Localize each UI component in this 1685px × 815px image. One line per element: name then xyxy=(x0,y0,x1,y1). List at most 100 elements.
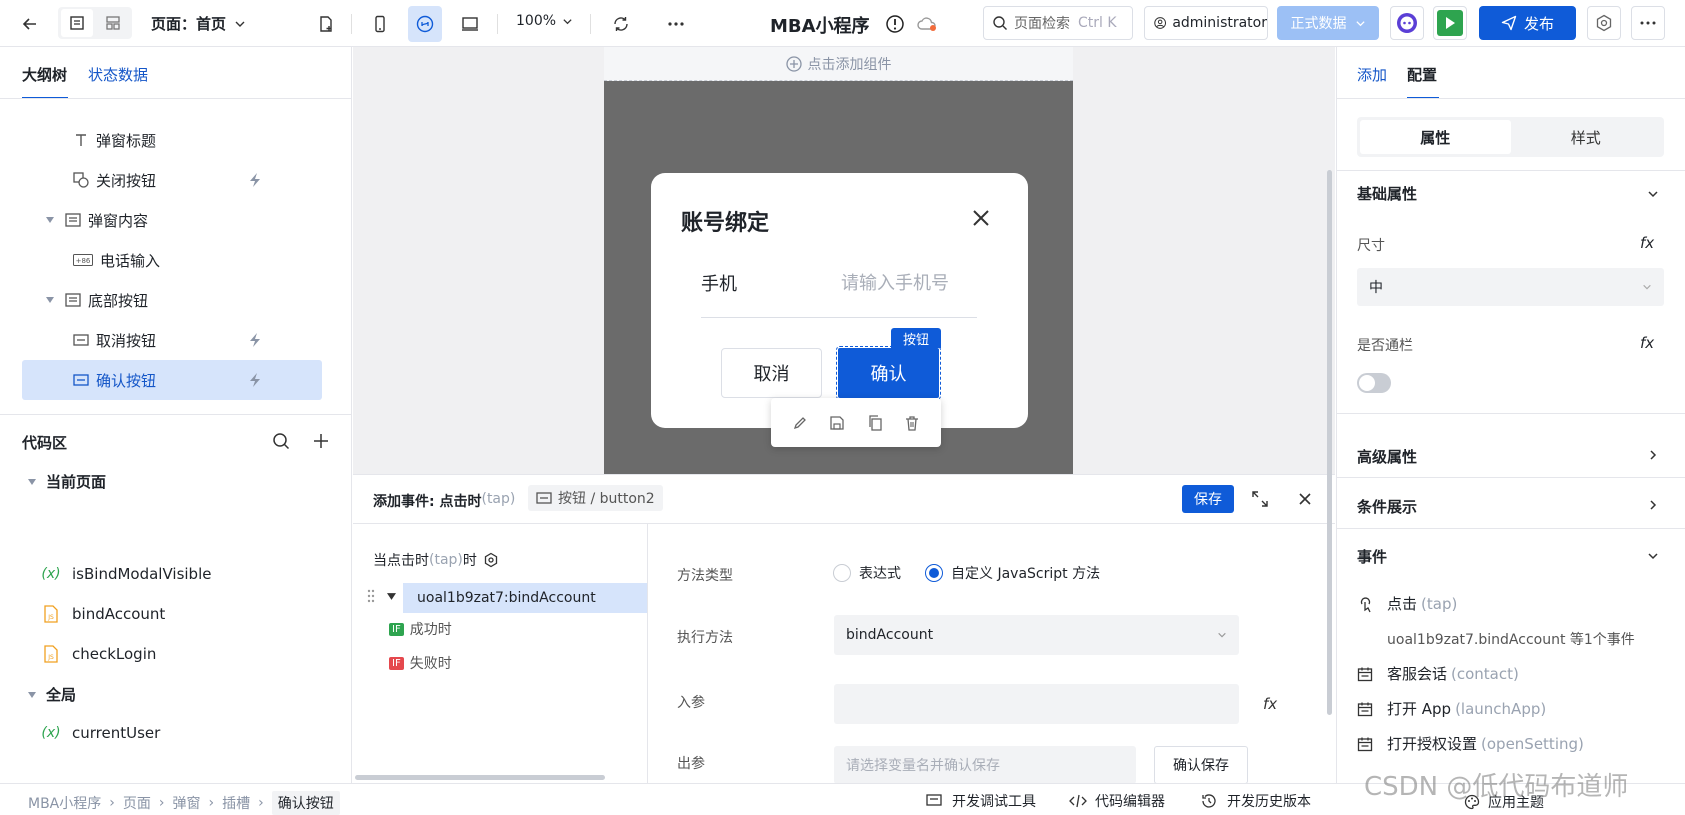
tab-add[interactable]: 添加 xyxy=(1357,64,1387,85)
delete-icon[interactable] xyxy=(904,415,920,431)
breadcrumb-item[interactable]: MBA小程序 xyxy=(28,793,101,813)
copy-icon[interactable] xyxy=(867,414,883,431)
lightning-icon[interactable] xyxy=(248,172,262,188)
code-item-currentUser[interactable]: (x) currentUser xyxy=(40,714,160,752)
search-icon[interactable] xyxy=(272,432,290,450)
expand-icon[interactable] xyxy=(1251,490,1269,508)
data-mode-selector[interactable]: 正式数据 xyxy=(1277,6,1379,40)
devtools-button[interactable]: 开发调试工具 xyxy=(926,791,1036,811)
page-view-icon[interactable] xyxy=(61,9,93,37)
fail-branch[interactable]: IF 失败时 xyxy=(389,653,452,673)
breadcrumb-current[interactable]: 确认按钮 xyxy=(271,791,340,815)
output-params-field[interactable]: 请选择变量名并确认保存 xyxy=(834,746,1136,784)
user-menu[interactable]: administrator xyxy=(1144,6,1268,40)
run-button[interactable] xyxy=(1433,6,1467,40)
cloud-sync-icon[interactable] xyxy=(912,9,942,39)
event-click[interactable]: 点击 (tap) xyxy=(1357,593,1457,614)
close-icon[interactable] xyxy=(972,209,990,227)
success-branch[interactable]: IF 成功时 xyxy=(389,619,452,639)
caret-down-icon[interactable] xyxy=(46,217,56,223)
new-page-icon[interactable] xyxy=(311,9,341,39)
ai-assistant-button[interactable] xyxy=(1390,6,1424,40)
event-trigger: 当点击时 (tap) 时 xyxy=(373,550,499,570)
component-view-icon[interactable] xyxy=(97,9,129,37)
segment-properties[interactable]: 属性 xyxy=(1360,120,1511,154)
publish-button[interactable]: 发布 xyxy=(1479,6,1576,40)
chevron-right-icon[interactable] xyxy=(1647,449,1659,461)
mobile-device-icon[interactable] xyxy=(365,9,395,39)
event-action-item[interactable]: uoal1b9zat7:bindAccount xyxy=(403,583,647,613)
breadcrumb-item[interactable]: 弹窗 xyxy=(172,793,200,813)
page-search-input[interactable]: 页面检索 Ctrl K xyxy=(983,6,1133,40)
code-editor-button[interactable]: 代码编辑器 xyxy=(1069,791,1165,811)
tree-item-bottom-buttons[interactable]: 底部按钮 xyxy=(22,280,322,320)
size-select[interactable]: 中 xyxy=(1357,268,1664,306)
history-button[interactable]: 开发历史版本 xyxy=(1201,791,1311,811)
tree-item-cancel-button[interactable]: 取消按钮 xyxy=(22,320,322,360)
tree-item-close-button[interactable]: 关闭按钮 xyxy=(22,160,322,200)
add-component-area[interactable]: 点击添加组件 xyxy=(604,47,1073,81)
input-params-field[interactable] xyxy=(834,684,1239,724)
tab-outline-tree[interactable]: 大纲树 xyxy=(22,64,67,85)
cancel-button[interactable]: 取消 xyxy=(721,348,822,398)
chevron-right-icon[interactable] xyxy=(1647,499,1659,511)
tree-item-phone-input[interactable]: +86 电话输入 xyxy=(22,240,322,280)
info-icon[interactable] xyxy=(880,9,910,39)
tree-item-confirm-button[interactable]: 确认按钮 xyxy=(22,360,322,400)
tab-state-data[interactable]: 状态数据 xyxy=(88,64,148,85)
event-launch-app[interactable]: 打开 App (launchApp) xyxy=(1357,698,1546,719)
edit-icon[interactable] xyxy=(792,415,808,431)
page-selector[interactable]: 页面：首页 xyxy=(151,13,246,34)
settings-icon[interactable] xyxy=(483,552,499,568)
code-group-current-page[interactable]: 当前页面 xyxy=(28,471,106,492)
more-menu-button[interactable] xyxy=(1631,6,1665,40)
code-item-checkLogin[interactable]: JS checkLogin xyxy=(40,635,156,673)
radio-custom-js[interactable] xyxy=(925,564,943,582)
lightning-icon[interactable] xyxy=(248,332,262,348)
function-icon[interactable]: fx xyxy=(1263,695,1277,713)
miniprogram-device-icon[interactable] xyxy=(408,6,442,42)
add-icon[interactable] xyxy=(313,433,329,449)
chevron-down-icon[interactable] xyxy=(1647,550,1659,562)
phone-input[interactable]: 请输入手机号 xyxy=(841,269,1001,295)
close-icon[interactable] xyxy=(1298,492,1312,506)
confirm-button[interactable]: 确认 xyxy=(836,346,941,400)
event-click-detail[interactable]: uoal1b9zat7.bindAccount 等1个事件 xyxy=(1387,629,1635,649)
zoom-selector[interactable]: 100% xyxy=(516,13,573,29)
tree-item-modal-content[interactable]: 弹窗内容 xyxy=(22,200,322,240)
horizontal-scrollbar[interactable] xyxy=(355,775,605,780)
section-events[interactable]: 事件 xyxy=(1357,546,1387,567)
exec-method-select[interactable]: bindAccount xyxy=(834,615,1239,655)
save-icon[interactable] xyxy=(829,415,845,431)
block-toggle[interactable] xyxy=(1357,373,1391,393)
caret-down-icon[interactable] xyxy=(387,593,396,600)
segment-style[interactable]: 样式 xyxy=(1511,120,1662,154)
event-open-setting[interactable]: 打开授权设置 (openSetting) xyxy=(1357,733,1584,754)
settings-button[interactable] xyxy=(1587,6,1621,40)
refresh-icon[interactable] xyxy=(606,9,636,39)
section-basic-props[interactable]: 基础属性 xyxy=(1357,183,1417,204)
breadcrumb-item[interactable]: 插槽 xyxy=(222,793,250,813)
back-arrow-icon[interactable] xyxy=(15,9,45,39)
caret-down-icon[interactable] xyxy=(46,297,56,303)
confirm-save-button[interactable]: 确认保存 xyxy=(1154,746,1248,784)
more-icon[interactable] xyxy=(661,9,691,39)
chevron-down-icon[interactable] xyxy=(1647,188,1659,200)
vertical-scrollbar[interactable] xyxy=(1327,170,1332,715)
drag-handle-icon[interactable] xyxy=(367,589,375,603)
function-icon[interactable]: fx xyxy=(1640,234,1654,252)
lightning-icon[interactable] xyxy=(248,372,262,388)
section-condition[interactable]: 条件展示 xyxy=(1357,496,1417,517)
event-contact[interactable]: 客服会话 (contact) xyxy=(1357,663,1519,684)
breadcrumb-item[interactable]: 页面 xyxy=(123,793,151,813)
tree-item-modal-title[interactable]: 弹窗标题 xyxy=(22,120,322,160)
code-group-global[interactable]: 全局 xyxy=(28,684,76,705)
section-advanced-props[interactable]: 高级属性 xyxy=(1357,446,1417,467)
save-button[interactable]: 保存 xyxy=(1182,485,1234,513)
desktop-device-icon[interactable] xyxy=(455,9,485,39)
code-item-bindAccount[interactable]: JS bindAccount xyxy=(40,595,165,633)
radio-expression[interactable] xyxy=(833,564,851,582)
function-icon[interactable]: fx xyxy=(1640,334,1654,352)
tab-config[interactable]: 配置 xyxy=(1407,64,1437,85)
code-item-isBindModalVisible[interactable]: (x) isBindModalVisible xyxy=(40,555,211,593)
